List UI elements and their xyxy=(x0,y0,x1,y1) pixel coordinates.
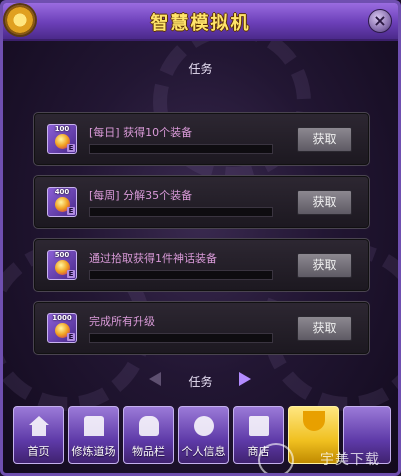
nav-dojo-button[interactable]: 修炼道场 xyxy=(68,406,119,464)
reward-chip-icon: 100 E xyxy=(47,124,77,154)
claim-button[interactable]: 获取 xyxy=(297,190,352,215)
task-label: 完成所有升级 xyxy=(89,315,155,328)
claim-button[interactable]: 获取 xyxy=(297,253,352,278)
section-title: 任务 xyxy=(188,62,213,76)
reward-badge: E xyxy=(67,144,75,152)
reward-value: 500 xyxy=(54,251,70,259)
reward-chip-icon: 500 E xyxy=(47,250,77,280)
nav-profile-button[interactable]: 个人信息 xyxy=(178,406,229,464)
nav-label: 修炼道场 xyxy=(71,445,116,458)
pager: 任务 xyxy=(3,371,398,389)
nav-label: 物品栏 xyxy=(132,445,165,458)
task-label: [每周] 分解35个装备 xyxy=(89,189,193,202)
reward-chip-icon: 1000 E xyxy=(47,313,77,343)
game-window: 智慧模拟机 × 任务 100 E [每日] 获得10个装备 获取 400 E [… xyxy=(0,0,401,476)
title-bar: 智慧模拟机 × xyxy=(3,3,398,41)
task-progress-bar xyxy=(89,333,273,343)
bag-icon xyxy=(139,416,159,436)
reward-badge: E xyxy=(67,207,75,215)
claim-button[interactable]: 获取 xyxy=(297,127,352,152)
task-row: 1000 E 完成所有升级 获取 xyxy=(33,301,370,355)
watermark-logo-icon xyxy=(258,443,294,473)
nav-inventory-button[interactable]: 物品栏 xyxy=(123,406,174,464)
reward-value: 400 xyxy=(54,188,70,196)
reward-badge: E xyxy=(67,333,75,341)
shield-icon xyxy=(303,411,325,431)
task-progress-bar xyxy=(89,207,273,217)
watermark: 宇美下载 xyxy=(320,452,380,468)
nav-home-button[interactable]: 首页 xyxy=(13,406,64,464)
reward-value: 100 xyxy=(54,125,70,133)
task-row: 500 E 通过拾取获得1件神话装备 获取 xyxy=(33,238,370,292)
window-title: 智慧模拟机 xyxy=(150,13,251,34)
gate-icon xyxy=(84,416,104,436)
task-progress-bar xyxy=(89,270,273,280)
task-label: [每日] 获得10个装备 xyxy=(89,126,193,139)
home-icon xyxy=(29,416,49,436)
next-page-arrow-icon[interactable] xyxy=(239,372,251,386)
pager-label: 任务 xyxy=(188,375,213,389)
close-button[interactable]: × xyxy=(368,9,392,33)
task-progress-bar xyxy=(89,144,273,154)
task-row: 100 E [每日] 获得10个装备 获取 xyxy=(33,112,370,166)
shop-icon xyxy=(249,416,269,436)
reward-value: 1000 xyxy=(52,314,72,322)
nav-label: 首页 xyxy=(27,445,50,458)
reward-chip-icon: 400 E xyxy=(47,187,77,217)
nav-label: 个人信息 xyxy=(181,445,226,458)
claim-button[interactable]: 获取 xyxy=(297,316,352,341)
task-label: 通过拾取获得1件神话装备 xyxy=(89,252,217,265)
person-icon xyxy=(194,416,214,436)
reward-badge: E xyxy=(67,270,75,278)
task-row: 400 E [每周] 分解35个装备 获取 xyxy=(33,175,370,229)
